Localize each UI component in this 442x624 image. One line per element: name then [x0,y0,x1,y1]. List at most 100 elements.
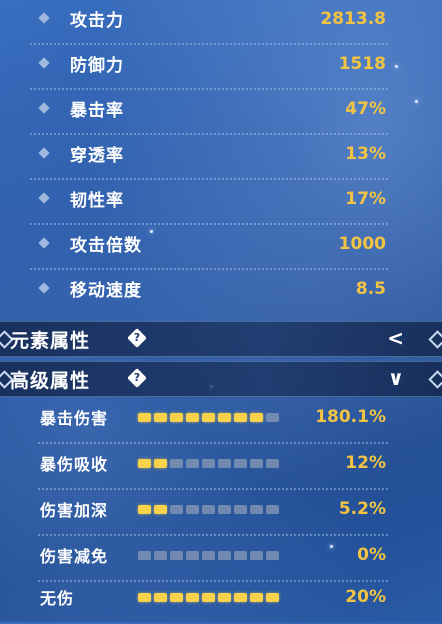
stat-label: 移动速度 [70,281,142,301]
stat-value: 8.5 [355,279,386,299]
stat-value: 2813.8 [320,9,386,29]
adv-row-invulnerable: 无伤 20% [38,578,388,624]
diamond-bullet-icon [38,102,50,114]
bar-segment-empty [218,551,231,560]
section-title: 高级属性 [10,370,91,392]
stat-value: 47% [345,99,386,119]
star-sparkle [415,100,418,103]
bar-segment-filled [170,413,183,422]
stat-label: 攻击力 [70,11,124,31]
adv-row-damage-reduction: 伤害减免 0% [38,536,388,582]
stat-row-toughness: 韧性率 17% [30,180,388,225]
bar-segment-filled [154,459,167,468]
adv-row-damage-boost: 伤害加深 5.2% [38,490,388,536]
stat-progress-bar [138,593,279,602]
adv-row-crit-damage: 暴击伤害 180.1% [38,398,388,444]
help-icon[interactable]: ? [127,328,147,348]
bar-segment-filled [218,413,231,422]
bar-segment-empty [266,551,279,560]
stat-value: 1000 [338,234,386,254]
bar-segment-empty [170,459,183,468]
bar-segment-empty [266,505,279,514]
bar-segment-filled [138,459,151,468]
stat-progress-bar [138,459,279,468]
stat-label: 防御力 [70,56,124,76]
adv-row-crit-absorb: 暴伤吸收 12% [38,444,388,490]
help-glyph: ? [133,331,141,344]
stat-value: 13% [345,144,386,164]
bar-segment-empty [250,551,263,560]
adv-value: 5.2% [338,499,386,519]
diamond-bullet-icon [38,237,50,249]
bar-segment-filled [138,505,151,514]
bar-segment-filled [138,593,151,602]
diamond-bullet-icon [38,147,50,159]
bar-segment-filled [234,593,247,602]
adv-value: 12% [345,453,386,473]
stat-label: 韧性率 [70,191,124,211]
bar-segment-empty [234,551,247,560]
bar-segment-empty [234,505,247,514]
bar-segment-filled [202,413,215,422]
stat-label: 穿透率 [70,146,124,166]
help-glyph: ? [133,371,141,384]
adv-label: 暴伤吸收 [40,455,109,474]
collapse-arrow-icon[interactable]: < [387,326,404,350]
bar-segment-filled [250,413,263,422]
stat-value: 1518 [338,54,386,74]
bar-segment-empty [250,505,263,514]
bar-segment-filled [266,593,279,602]
section-title: 元素属性 [10,330,91,352]
adv-value: 180.1% [315,407,386,427]
bar-segment-empty [266,459,279,468]
bar-segment-empty [186,459,199,468]
adv-label: 暴击伤害 [40,409,109,428]
bar-segment-filled [234,413,247,422]
stat-progress-bar [138,551,279,560]
bar-segment-filled [154,413,167,422]
bar-segment-filled [250,593,263,602]
bar-segment-filled [218,593,231,602]
section-header-advanced[interactable]: 高级属性 ? ∨ [0,361,442,397]
stat-label: 暴击率 [70,101,124,121]
diamond-bullet-icon [38,282,50,294]
bar-segment-empty [170,551,183,560]
diamond-bullet-icon [38,57,50,69]
diamond-bullet-icon [38,12,50,24]
bar-segment-empty [202,551,215,560]
adv-label: 伤害加深 [40,501,109,520]
bar-segment-filled [186,593,199,602]
bar-segment-empty [170,505,183,514]
adv-value: 0% [357,545,386,565]
adv-label: 无伤 [40,589,75,608]
bar-segment-empty [186,551,199,560]
edge-diamond-icon [428,370,442,389]
stat-progress-bar [138,413,279,422]
bar-segment-empty [218,505,231,514]
bar-segment-empty [154,551,167,560]
bar-segment-empty [186,505,199,514]
bar-segment-filled [138,413,151,422]
bar-segment-empty [266,413,279,422]
edge-diamond-icon [428,330,442,349]
stat-row-crit-rate: 暴击率 47% [30,90,388,135]
star-sparkle [395,65,398,68]
stat-row-attack: 攻击力 2813.8 [30,0,388,45]
adv-value: 20% [345,587,386,607]
stat-row-move-speed: 移动速度 8.5 [30,270,388,315]
bar-segment-empty [202,459,215,468]
stat-row-penetration: 穿透率 13% [30,135,388,180]
bar-segment-empty [138,551,151,560]
help-icon[interactable]: ? [127,368,147,388]
stat-row-attack-multiplier: 攻击倍数 1000 [30,225,388,270]
bar-segment-empty [202,505,215,514]
bar-segment-empty [218,459,231,468]
expand-arrow-icon[interactable]: ∨ [388,366,404,390]
diamond-bullet-icon [38,192,50,204]
bar-segment-filled [170,593,183,602]
stat-progress-bar [138,505,279,514]
stat-row-defense: 防御力 1518 [30,45,388,90]
bar-segment-filled [186,413,199,422]
section-header-elemental[interactable]: 元素属性 ? < [0,321,442,357]
bar-segment-empty [234,459,247,468]
